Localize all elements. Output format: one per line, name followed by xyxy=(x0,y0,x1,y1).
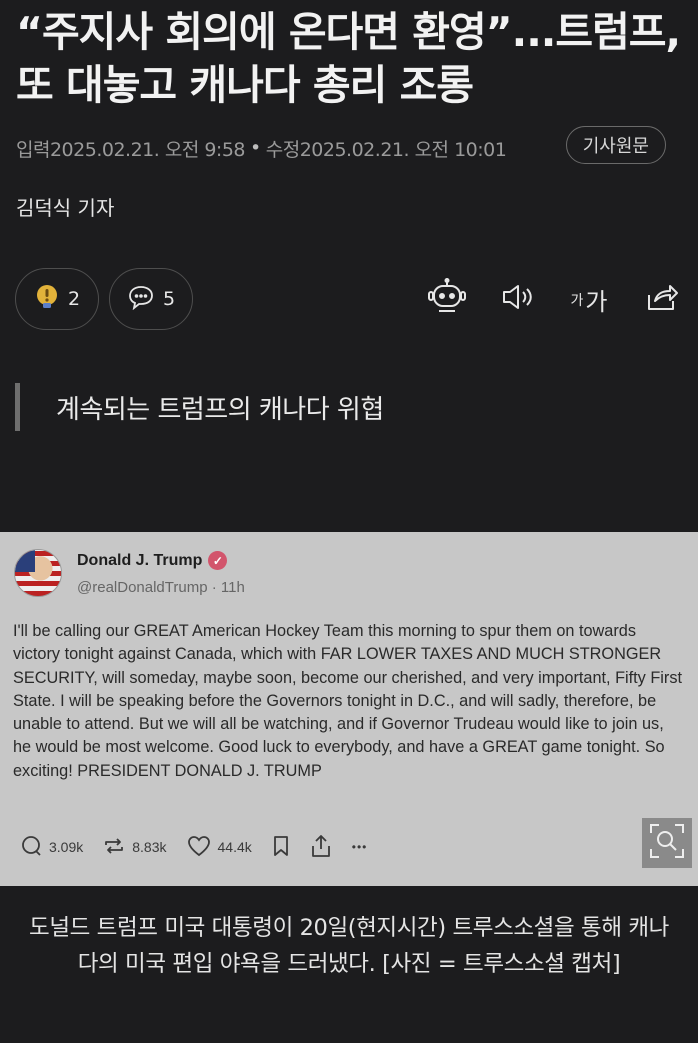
post-author: Donald J. Trump ✓ xyxy=(77,551,228,570)
reaction-count: 2 xyxy=(67,288,81,310)
bookmark-icon xyxy=(272,835,290,860)
reply-count: 3.09k xyxy=(49,839,84,855)
article-headline: “주지사 회의에 온다면 환영”...트럼프, 또 대놓고 캐나다 총리 조롱 xyxy=(16,8,681,109)
post-actions: 3.09k 8.83k 44.4k ••• xyxy=(20,832,387,862)
reply-stat: 3.09k xyxy=(20,835,83,860)
text-to-speech-button[interactable] xyxy=(498,278,538,320)
like-count: 44.4k xyxy=(217,839,252,855)
modified-time: 2025.02.21. 오전 10:01 xyxy=(299,138,507,161)
font-size-small-label: 가 xyxy=(570,293,584,309)
zoom-magnifier-icon xyxy=(647,821,687,865)
reporter-name[interactable]: 김덕식 기자 xyxy=(16,192,114,221)
comment-count: 5 xyxy=(162,288,176,310)
input-label: 입력 xyxy=(16,138,50,161)
more-stat: ••• xyxy=(352,840,368,854)
share-icon xyxy=(645,281,679,317)
input-time: 2025.02.21. 오전 9:58 xyxy=(49,138,246,161)
lightbulb-icon xyxy=(34,284,60,315)
post-author-name: Donald J. Trump xyxy=(77,551,203,569)
heart-icon xyxy=(187,835,211,860)
speaker-icon xyxy=(500,282,536,316)
reaction-button[interactable]: 2 xyxy=(15,268,99,330)
font-size-large-label: 가 xyxy=(585,287,608,316)
robot-icon xyxy=(427,278,467,320)
more-dots-icon: ••• xyxy=(351,840,368,854)
photo-caption: 도널드 트럼프 미국 대통령이 20일(현지시간) 트루스소셜을 통해 캐나다의… xyxy=(29,915,669,977)
verified-badge-icon: ✓ xyxy=(208,551,228,570)
bookmark-stat xyxy=(272,835,290,860)
avatar xyxy=(14,549,62,597)
original-article-button[interactable]: 기사원문 xyxy=(565,126,666,164)
reply-icon xyxy=(20,835,42,860)
retruth-icon xyxy=(103,835,125,860)
retruth-count: 8.83k xyxy=(132,839,167,855)
meta-separator: • xyxy=(250,137,261,159)
comment-button[interactable]: 5 xyxy=(109,268,193,330)
share-button[interactable] xyxy=(642,278,682,320)
font-size-button[interactable]: 가 가 xyxy=(566,278,612,320)
like-stat: 44.4k xyxy=(187,835,252,860)
embedded-post-screenshot: Donald J. Trump ✓ @realDonaldTrump · 11h… xyxy=(0,532,698,886)
image-zoom-button[interactable] xyxy=(642,818,692,868)
comment-bubble-icon xyxy=(127,284,155,315)
retruth-stat: 8.83k xyxy=(103,835,167,860)
share-stat xyxy=(310,834,332,861)
subheading-bar xyxy=(15,383,20,431)
article-subheading: 계속되는 트럼프의 캐나다 위협 xyxy=(15,383,384,431)
post-handle: @realDonaldTrump · 11h xyxy=(77,579,245,596)
modified-label: 수정 xyxy=(265,138,300,161)
upload-icon xyxy=(310,834,332,861)
subheading-text: 계속되는 트럼프의 캐나다 위협 xyxy=(56,394,384,425)
post-text: I'll be calling our GREAT American Hocke… xyxy=(13,622,682,780)
ai-summary-button[interactable] xyxy=(426,278,468,320)
